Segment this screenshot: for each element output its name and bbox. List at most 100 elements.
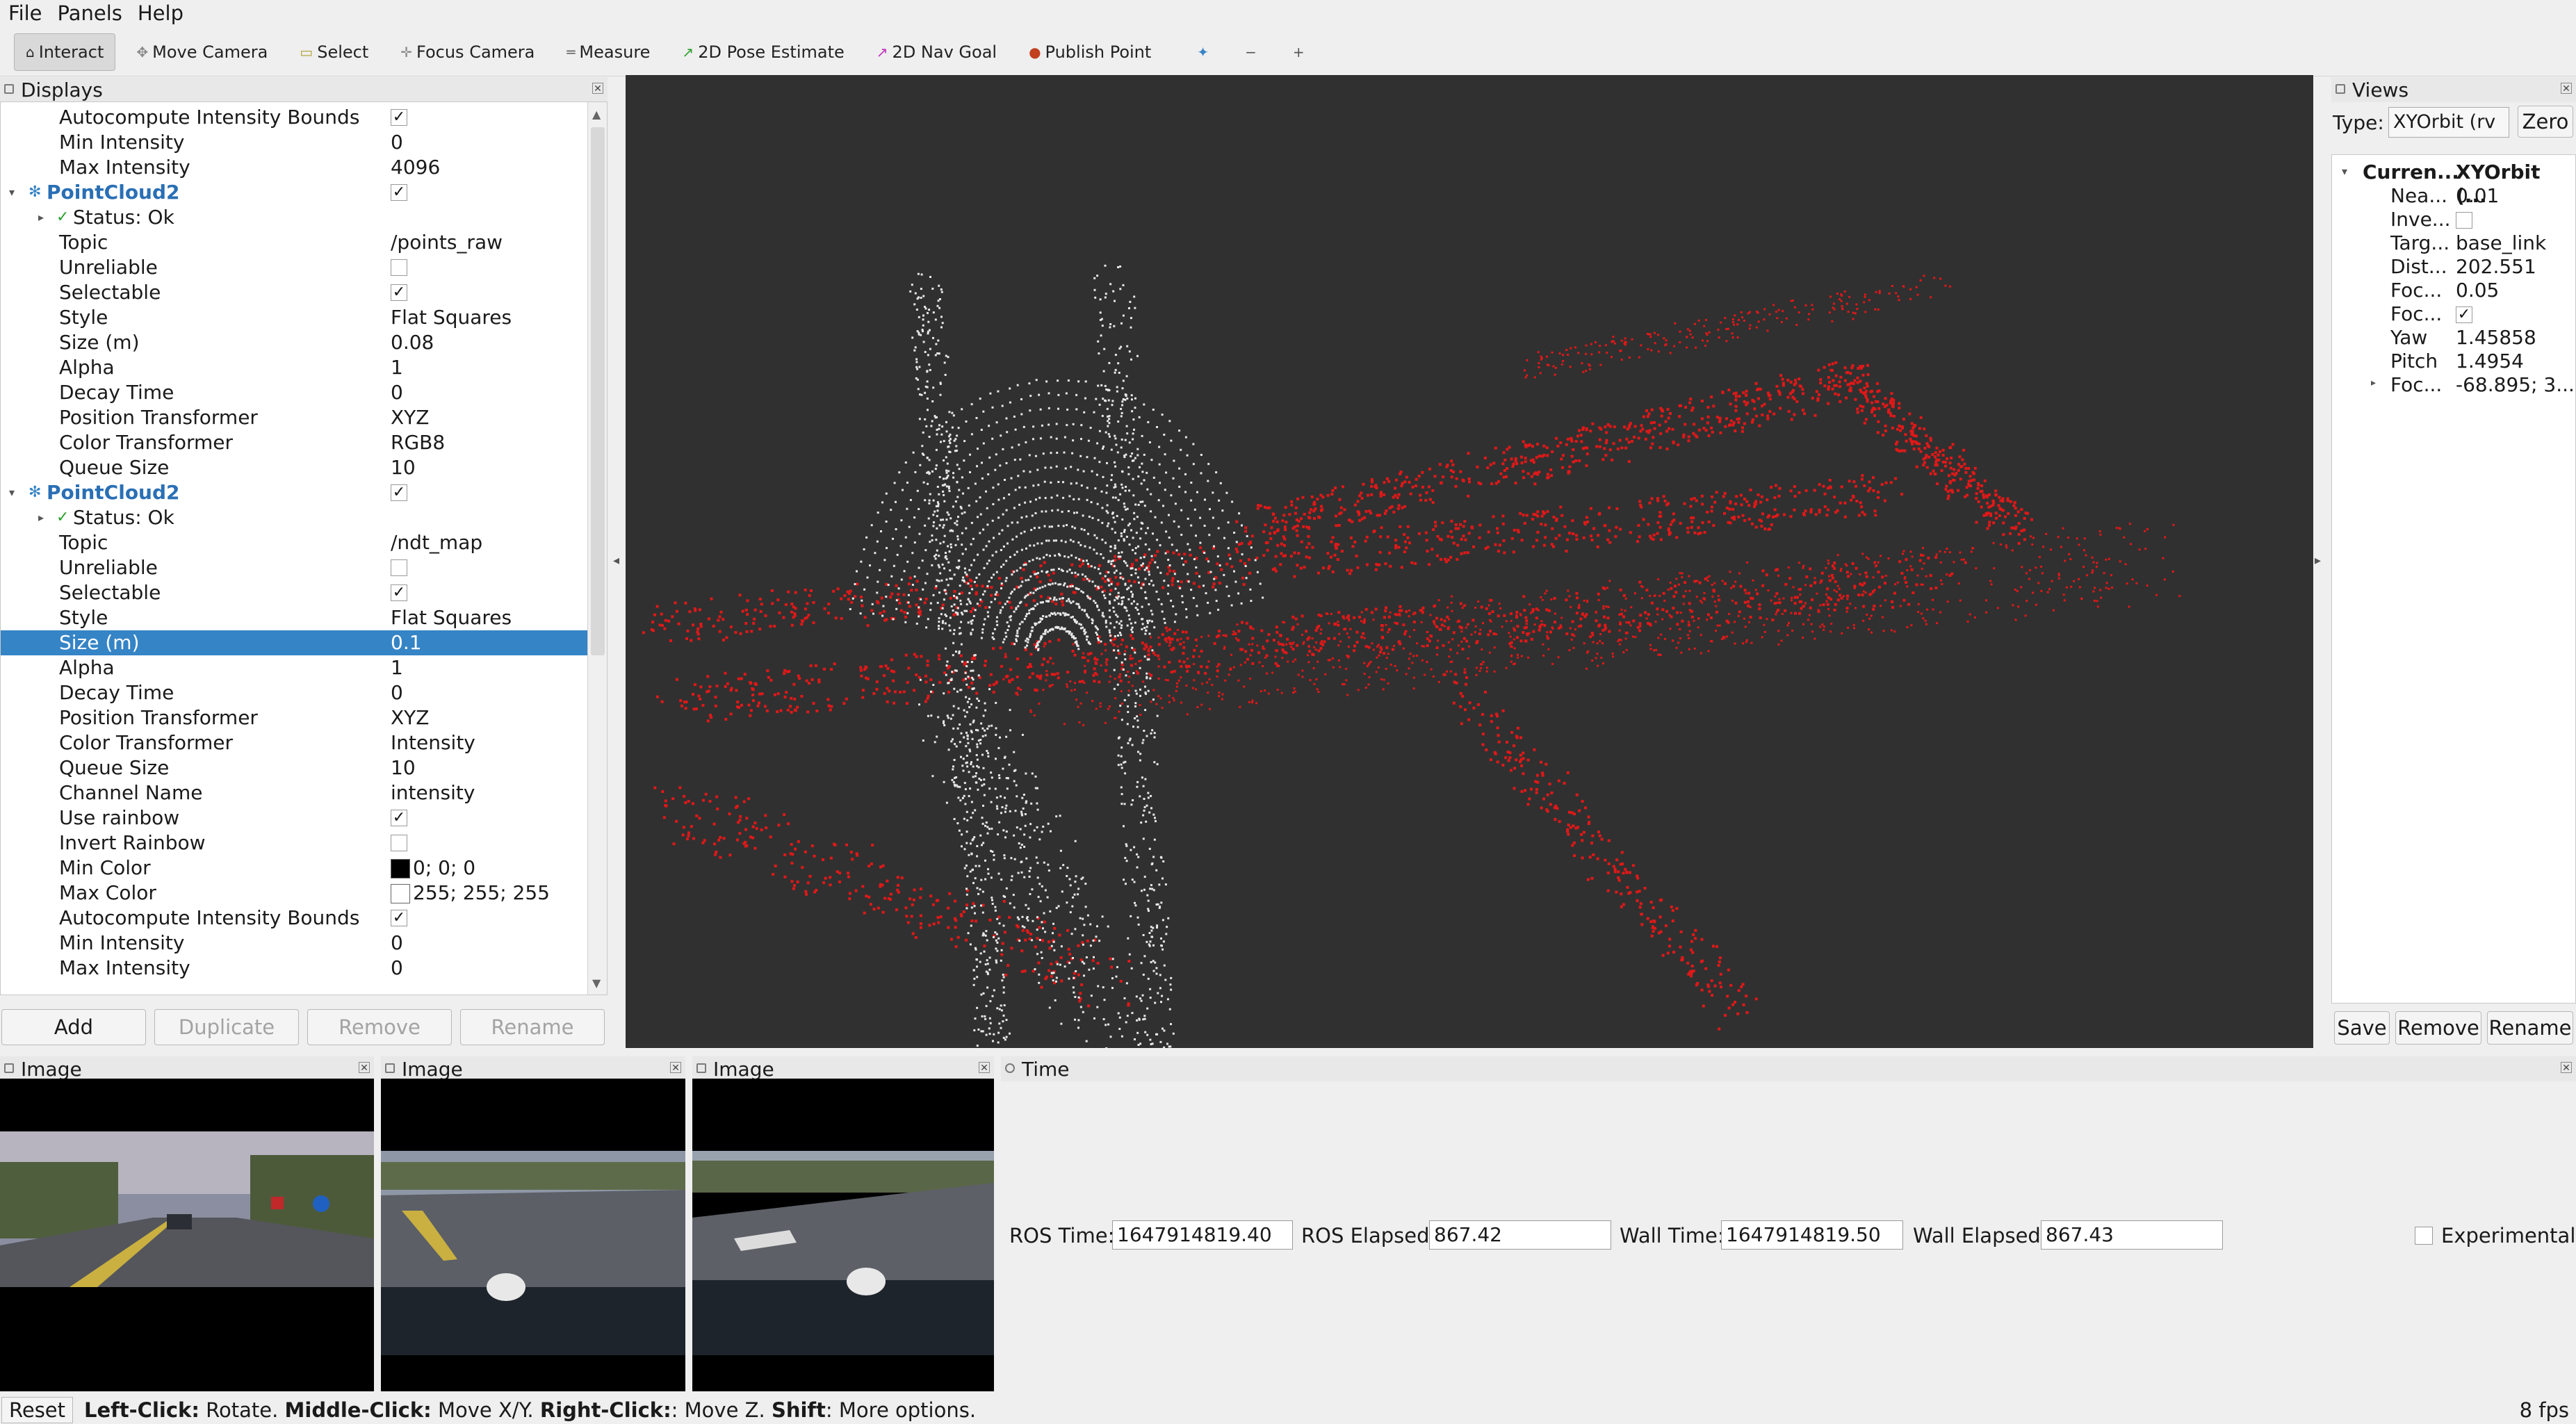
- property-value[interactable]: RGB8: [391, 430, 445, 455]
- remove-tool-button[interactable]: −: [1234, 33, 1272, 71]
- left-splitter-arrow-icon[interactable]: ◂: [613, 553, 619, 568]
- view-property-row[interactable]: Foc... ✓: [2332, 302, 2575, 326]
- wall-time-field[interactable]: 1647914819.50: [1721, 1220, 1903, 1250]
- property-value[interactable]: 10: [391, 755, 416, 780]
- property-row[interactable]: Min Intensity 0: [1, 130, 587, 155]
- display-item[interactable]: ▾ ✻ PointCloud2 ✓: [1, 180, 587, 205]
- property-row[interactable]: Position Transformer XYZ: [1, 705, 587, 730]
- property-row[interactable]: Max Intensity 4096: [1, 155, 587, 180]
- add-display-button[interactable]: Add: [1, 1009, 146, 1045]
- property-row[interactable]: Channel Name intensity: [1, 780, 587, 805]
- property-row[interactable]: Max Intensity 0: [1, 956, 587, 981]
- add-tool-button[interactable]: ✦: [1186, 33, 1224, 71]
- measure-tool[interactable]: ═ Measure: [555, 33, 661, 71]
- close-icon[interactable]: ✕: [2561, 83, 2572, 95]
- close-icon[interactable]: ✕: [979, 1062, 990, 1074]
- property-value[interactable]: 255; 255; 255: [391, 881, 550, 906]
- remove-display-button[interactable]: Remove: [307, 1009, 452, 1045]
- property-value[interactable]: 0: [391, 956, 403, 981]
- property-row[interactable]: Invert Rainbow: [1, 830, 587, 856]
- property-value[interactable]: XYZ: [391, 705, 429, 730]
- rename-display-button[interactable]: Rename: [460, 1009, 605, 1045]
- ros-time-field[interactable]: 1647914819.40: [1112, 1220, 1293, 1250]
- close-icon[interactable]: ✕: [670, 1062, 681, 1074]
- checkbox[interactable]: ✓: [391, 284, 407, 301]
- zero-button[interactable]: Zero: [2518, 106, 2573, 138]
- close-icon[interactable]: ✕: [359, 1062, 370, 1074]
- view-property-row[interactable]: Nea... 0.01: [2332, 184, 2575, 208]
- property-row[interactable]: Position Transformer XYZ: [1, 405, 587, 430]
- view-property-value[interactable]: 1.45858: [2456, 326, 2536, 350]
- scrollbar-thumb[interactable]: [591, 127, 605, 655]
- close-icon[interactable]: ✕: [592, 83, 603, 95]
- view-property-value[interactable]: 0.05: [2456, 279, 2499, 302]
- duplicate-display-button[interactable]: Duplicate: [154, 1009, 299, 1045]
- expand-arrow-icon[interactable]: ▾: [9, 186, 15, 199]
- view-property-row[interactable]: Targ... base_link: [2332, 231, 2575, 255]
- checkbox[interactable]: ✓: [391, 910, 407, 926]
- move-camera-tool[interactable]: ✥ Move Camera: [125, 33, 279, 71]
- checkbox[interactable]: ✓: [2456, 306, 2472, 323]
- property-value[interactable]: 10: [391, 455, 416, 480]
- property-value[interactable]: 0: [391, 680, 403, 705]
- status-row[interactable]: ▸ ✓ Status: Ok: [1, 505, 587, 530]
- property-row[interactable]: Alpha 1: [1, 655, 587, 680]
- view-property-value[interactable]: -68.895; 3...: [2456, 373, 2575, 397]
- expand-arrow-icon[interactable]: ▾: [9, 486, 15, 499]
- property-value[interactable]: 0.08: [391, 330, 434, 355]
- checkbox[interactable]: [391, 259, 407, 276]
- property-row[interactable]: Selectable ✓: [1, 280, 587, 305]
- color-swatch[interactable]: [391, 859, 410, 878]
- property-row[interactable]: Autocompute Intensity Bounds ✓: [1, 906, 587, 931]
- display-item[interactable]: ▾ ✻ PointCloud2 ✓: [1, 480, 587, 505]
- property-row[interactable]: Style Flat Squares: [1, 605, 587, 630]
- property-value[interactable]: /points_raw: [391, 230, 503, 255]
- property-row[interactable]: Unreliable: [1, 555, 587, 580]
- checkbox[interactable]: ✓: [391, 184, 407, 201]
- reset-button[interactable]: Reset: [1, 1396, 74, 1423]
- view-property-value[interactable]: base_link: [2456, 231, 2546, 255]
- checkbox[interactable]: [391, 835, 407, 851]
- property-row[interactable]: Size (m) 0.1: [1, 630, 587, 655]
- close-icon[interactable]: ✕: [2561, 1062, 2572, 1074]
- property-row[interactable]: Max Color 255; 255; 255: [1, 881, 587, 906]
- property-value[interactable]: 0: [391, 931, 403, 956]
- view-property-row[interactable]: Yaw 1.45858: [2332, 326, 2575, 350]
- expand-arrow-icon[interactable]: ▸: [2371, 377, 2376, 388]
- property-row[interactable]: Queue Size 10: [1, 455, 587, 480]
- property-value[interactable]: Flat Squares: [391, 305, 512, 330]
- property-row[interactable]: Color Transformer RGB8: [1, 430, 587, 455]
- property-row[interactable]: Unreliable: [1, 255, 587, 280]
- expand-arrow-icon[interactable]: ▸: [38, 211, 44, 224]
- property-value[interactable]: 0.1: [391, 630, 422, 655]
- property-row[interactable]: Color Transformer Intensity: [1, 730, 587, 755]
- checkbox[interactable]: ✓: [391, 584, 407, 601]
- view-property-value[interactable]: 202.551: [2456, 255, 2536, 279]
- menu-file[interactable]: File: [8, 1, 42, 25]
- property-value[interactable]: 0; 0; 0: [391, 856, 475, 881]
- current-view-row[interactable]: ▾ Curren... XYOrbit (...: [2332, 161, 2575, 207]
- color-swatch[interactable]: [391, 884, 410, 903]
- expand-arrow-icon[interactable]: ▸: [38, 511, 44, 524]
- view-type-select[interactable]: XYOrbit (rv: [2388, 107, 2509, 138]
- view-property-value[interactable]: 1.4954: [2456, 350, 2524, 373]
- view-property-row[interactable]: Dist... 202.551: [2332, 255, 2575, 279]
- property-value[interactable]: 0: [391, 380, 403, 405]
- property-value[interactable]: 1: [391, 355, 403, 380]
- rename-view-button[interactable]: Rename: [2487, 1011, 2573, 1045]
- property-value[interactable]: Intensity: [391, 730, 475, 755]
- view-property-row[interactable]: Foc... 0.05: [2332, 279, 2575, 302]
- property-value[interactable]: intensity: [391, 780, 475, 805]
- property-row[interactable]: Decay Time 0: [1, 680, 587, 705]
- property-row[interactable]: Style Flat Squares: [1, 305, 587, 330]
- displays-scrollbar[interactable]: ▲ ▼: [587, 102, 607, 995]
- view-property-row[interactable]: Inve...: [2332, 208, 2575, 231]
- remove-view-button[interactable]: Remove: [2395, 1011, 2481, 1045]
- interact-tool[interactable]: ⌂ Interact: [14, 33, 116, 71]
- view-property-row[interactable]: ▸ Foc... -68.895; 3...: [2332, 373, 2575, 397]
- checkbox[interactable]: ✓: [391, 810, 407, 826]
- property-row[interactable]: Selectable ✓: [1, 580, 587, 605]
- experimental-checkbox[interactable]: [2415, 1227, 2433, 1245]
- property-row[interactable]: Autocompute Intensity Bounds ✓: [1, 105, 587, 130]
- tool-properties-button[interactable]: +: [1282, 33, 1320, 71]
